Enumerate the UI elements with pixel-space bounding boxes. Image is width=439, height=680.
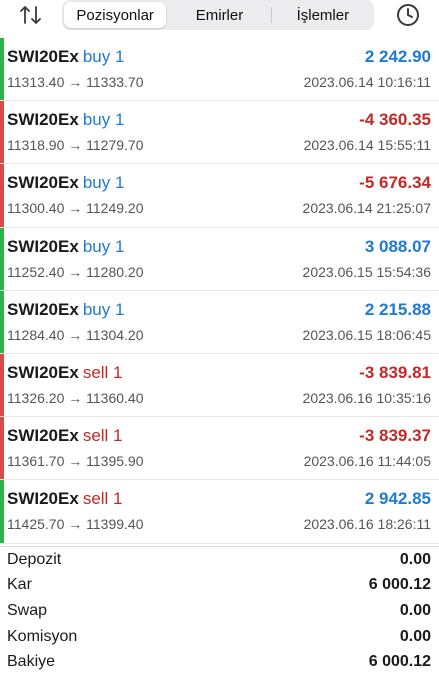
tab-emirler[interactable]: Emirler [168, 0, 270, 30]
account-summary: Depozit 0.00 Kar 6 000.12 Swap 0.00 Komisyon 0.… [0, 546, 439, 675]
direction-bar [0, 353, 4, 417]
trade-time: 2023.06.14 15:55:11 [303, 137, 431, 154]
summary-row: Bakiye 6 000.12 [0, 649, 439, 675]
summary-row: Komisyon 0.00 [0, 624, 439, 650]
trade-side: sell 1 [82, 362, 123, 382]
direction-bar [0, 417, 4, 480]
trade-prices: 11300.40 → 11249.20 [7, 200, 144, 217]
trade-time: 2023.06.14 10:16:11 [303, 74, 431, 90]
trade-row[interactable]: SWI20Ex sell 1 11361.70 → 11395.90 -3 839.3… [0, 417, 439, 481]
trade-time: 2023.06.16 11:44:05 [303, 453, 431, 470]
summary-label: Swap [7, 601, 48, 619]
symbol-name: SWI20Ex [7, 110, 79, 130]
summary-label: Komisyon [7, 627, 78, 645]
summary-row: Swap 0.00 [0, 598, 439, 624]
summary-value: 0.00 [399, 550, 431, 568]
summary-value: 6 000.12 [368, 576, 431, 594]
summary-row: Kar 6 000.12 [0, 573, 439, 599]
symbol-name: SWI20Ex [7, 173, 79, 193]
trade-symbol: SWI20Ex buy 1 [7, 110, 124, 130]
trade-symbol: SWI20Ex buy 1 [7, 300, 124, 320]
trade-time: 2023.06.16 18:26:11 [303, 516, 431, 533]
symbol-name: SWI20Ex [7, 299, 79, 319]
direction-bar [0, 480, 4, 543]
trade-row[interactable]: SWI20Ex buy 1 11318.90 → 11279.70 -4 360.35… [0, 101, 439, 165]
direction-bar [0, 38, 4, 101]
clock-icon[interactable] [395, 2, 421, 28]
symbol-name: SWI20Ex [7, 489, 79, 509]
trade-profit: -3 839.37 [359, 426, 431, 446]
trade-prices: 11318.90 → 11279.70 [7, 137, 144, 154]
trade-profit: -5 676.34 [359, 173, 431, 193]
trade-symbol: SWI20Ex sell 1 [7, 426, 123, 446]
trade-prices: 11425.70 → 11399.40 [7, 516, 144, 533]
trade-row[interactable]: SWI20Ex sell 1 11326.20 → 11360.40 -3 839.8… [0, 353, 439, 418]
trade-profit: 3 088.07 [364, 236, 431, 256]
trade-side: buy 1 [82, 110, 125, 130]
symbol-name: SWI20Ex [7, 426, 79, 446]
symbol-name: SWI20Ex [7, 362, 79, 382]
trade-profit: 2 942.85 [364, 489, 431, 509]
symbol-name: SWI20Ex [7, 236, 79, 256]
direction-bar [0, 101, 4, 164]
trade-time: 2023.06.16 10:35:16 [302, 389, 431, 406]
trade-time: 2023.06.15 15:54:36 [302, 263, 431, 280]
summary-value: 6 000.12 [368, 653, 431, 671]
summary-value: 0.00 [399, 601, 431, 619]
direction-bar [0, 290, 4, 353]
summary-label: Kar [7, 576, 32, 594]
trade-symbol: SWI20Ex sell 1 [7, 363, 123, 383]
trade-prices: 11284.40 → 11304.20 [7, 326, 144, 343]
trade-prices: 11313.40 → 11333.70 [7, 74, 144, 90]
trade-symbol: SWI20Ex buy 1 [7, 237, 124, 257]
trade-profit: 2 215.88 [364, 299, 431, 319]
direction-bar [0, 227, 4, 290]
trade-list: SWI20Ex buy 1 11313.40 → 11333.70 2 242.90 2… [0, 38, 439, 544]
summary-label: Bakiye [7, 653, 56, 671]
trade-row[interactable]: SWI20Ex buy 1 11252.40 → 11280.20 3 088.07 2… [0, 227, 439, 291]
trade-row[interactable]: SWI20Ex buy 1 11300.40 → 11249.20 -5 676.34… [0, 164, 439, 228]
trade-row[interactable]: SWI20Ex buy 1 11313.40 → 11333.70 2 242.90 2… [0, 38, 439, 102]
trade-prices: 11326.20 → 11360.40 [7, 389, 144, 406]
trade-profit: -3 839.81 [359, 362, 431, 382]
trade-prices: 11252.40 → 11280.20 [7, 263, 144, 280]
trade-side: buy 1 [82, 299, 125, 319]
trade-prices: 11361.70 → 11395.90 [7, 453, 144, 470]
trade-side: buy 1 [82, 173, 125, 193]
trade-side: sell 1 [82, 489, 123, 509]
trade-symbol: SWI20Ex buy 1 [7, 47, 124, 67]
summary-row: Depozit 0.00 [0, 547, 439, 573]
tab-islemler[interactable]: İşlemler [272, 0, 374, 30]
trade-time: 2023.06.15 18:06:45 [302, 326, 431, 343]
summary-label: Depozit [7, 550, 62, 568]
trade-symbol: SWI20Ex sell 1 [7, 489, 123, 509]
symbol-name: SWI20Ex [7, 47, 79, 66]
top-toolbar: Pozisyonlar Emirler İşlemler [0, 0, 439, 36]
tab-pozisyonlar[interactable]: Pozisyonlar [64, 2, 167, 28]
trade-profit: 2 242.90 [364, 47, 431, 66]
sort-arrows-icon[interactable] [18, 4, 44, 26]
trade-row[interactable]: SWI20Ex sell 1 11425.70 → 11399.40 2 942.85… [0, 480, 439, 544]
trade-profit: -4 360.35 [359, 110, 431, 130]
trade-side: sell 1 [82, 426, 123, 446]
trade-side: buy 1 [82, 47, 125, 66]
trade-symbol: SWI20Ex buy 1 [7, 173, 124, 193]
summary-value: 0.00 [399, 627, 431, 645]
trade-time: 2023.06.14 21:25:07 [302, 200, 431, 217]
direction-bar [0, 164, 4, 227]
tab-segmented-control: Pozisyonlar Emirler İşlemler [62, 0, 374, 30]
trade-side: buy 1 [82, 236, 125, 256]
trade-row[interactable]: SWI20Ex buy 1 11284.40 → 11304.20 2 215.88 2… [0, 290, 439, 354]
